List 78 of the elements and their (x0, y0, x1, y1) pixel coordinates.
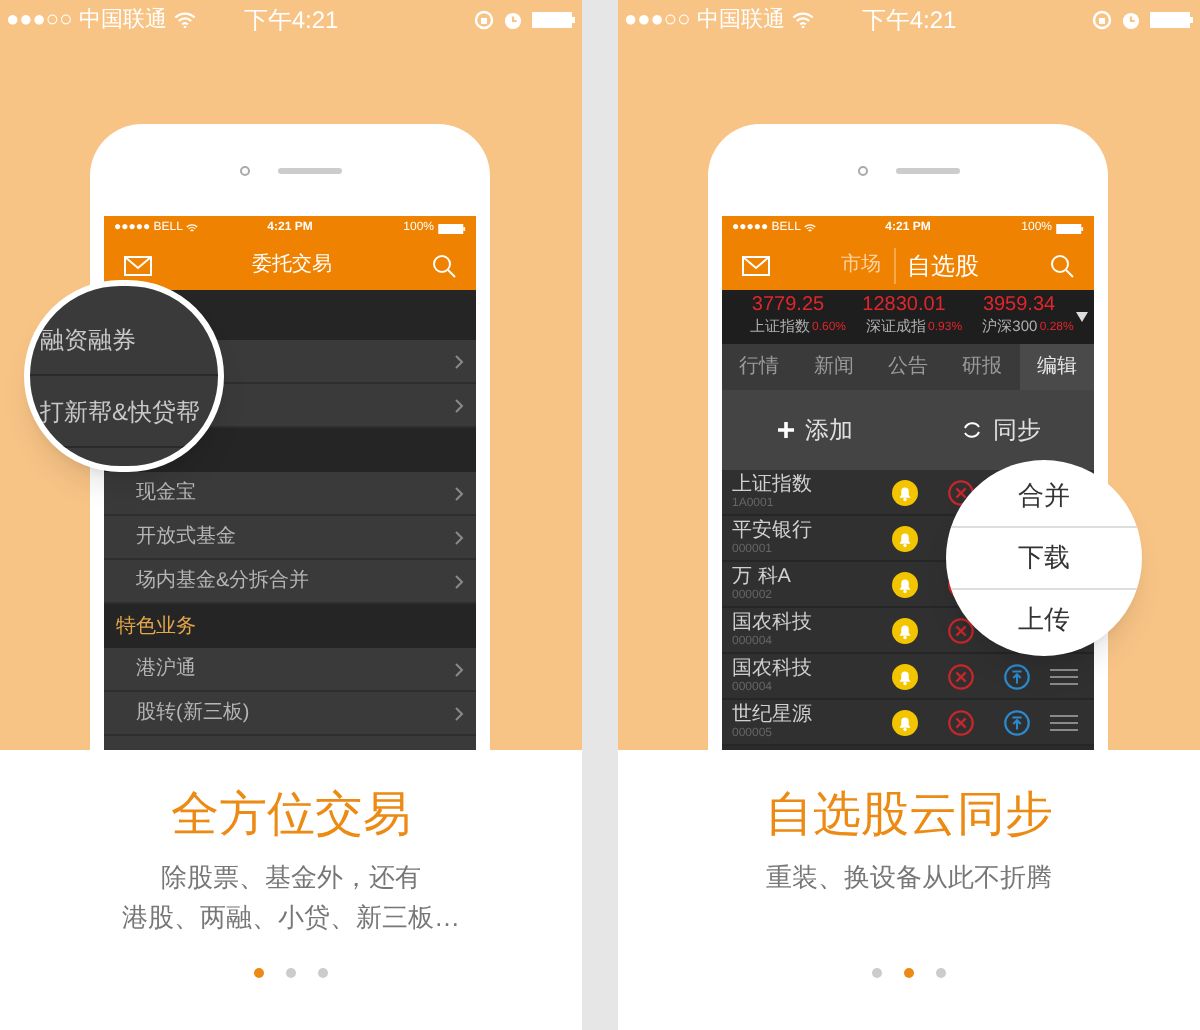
headline: 自选股云同步 (765, 786, 1053, 846)
remove-icon[interactable] (947, 479, 973, 505)
description-text: 重装、换设备从此不折腾 (766, 860, 1052, 896)
battery-icon (438, 223, 466, 233)
tab[interactable]: 新闻 (796, 344, 871, 390)
description-text: 除股票、基金外，还有 (161, 860, 421, 896)
phone-speaker (895, 167, 959, 173)
search-icon[interactable] (1050, 253, 1074, 277)
tab[interactable]: 公告 (870, 344, 946, 390)
section-title: 特色业务 (116, 613, 196, 641)
chevron-right-icon (454, 485, 464, 501)
phone-camera (239, 165, 249, 175)
stock-name: 平安银行 (732, 521, 814, 541)
bell-icon[interactable] (891, 571, 917, 597)
refresh-icon (961, 420, 981, 440)
rotation-lock-icon (1092, 10, 1113, 30)
alarm-icon (1122, 11, 1141, 29)
stock-name: 国农科技 (732, 613, 814, 633)
mail-icon[interactable] (742, 255, 770, 275)
phone-camera (857, 165, 867, 175)
index-value: 12830.01 (862, 296, 946, 316)
sync-button[interactable]: 同步 (908, 412, 1094, 448)
magnified-text: 打新帮&快贷帮 (30, 376, 218, 448)
search-icon[interactable] (432, 253, 456, 277)
wifi-icon (186, 223, 199, 233)
menu-item[interactable]: 场内基金&分拆合并 (104, 560, 476, 604)
stock-name: 国农科技 (732, 659, 814, 679)
time-text: 下午4:21 (243, 4, 339, 38)
bell-icon[interactable] (891, 479, 917, 505)
stock-name: 万 科A (732, 567, 793, 587)
screen-title: 委托交易 (250, 251, 334, 280)
carrier-text: ●●●○○ 中国联通 (6, 5, 167, 36)
bell-icon[interactable] (891, 617, 917, 643)
bell-icon[interactable] (891, 663, 917, 689)
tab[interactable]: 行情 (722, 344, 797, 390)
move-to-top-icon[interactable] (1003, 663, 1029, 689)
chevron-right-icon (454, 353, 464, 369)
menu-item[interactable]: 现金宝 (104, 472, 476, 516)
battery-icon (532, 12, 577, 28)
chevron-right-icon (454, 529, 464, 545)
chevron-right-icon (454, 705, 464, 721)
description-text: 港股、两融、小贷、新三板… (122, 900, 460, 936)
drag-handle-icon[interactable] (1050, 713, 1078, 731)
drag-handle-icon[interactable] (1050, 667, 1078, 685)
headline: 全方位交易 (171, 786, 411, 846)
time-text: 下午4:21 (861, 4, 957, 38)
move-to-top-icon[interactable] (1003, 709, 1029, 735)
tab[interactable]: 研报 (945, 344, 1020, 390)
plus-icon (777, 422, 793, 438)
menu-item[interactable]: 开放式基金 (104, 516, 476, 560)
chevron-right-icon (454, 397, 464, 413)
phone-speaker (277, 167, 341, 173)
index-value: 3779.25 (751, 296, 825, 316)
chevron-right-icon (454, 661, 464, 677)
battery-icon (1056, 223, 1084, 233)
wifi-icon (804, 223, 817, 233)
menu-option[interactable]: 合并 (946, 465, 1142, 527)
menu-item[interactable]: 股转(新三板) (104, 692, 476, 736)
chevron-right-icon (454, 573, 464, 589)
menu-option[interactable]: 下载 (946, 527, 1142, 589)
magnified-text: 融资融券 (30, 304, 218, 376)
bell-icon[interactable] (891, 525, 917, 551)
carrier-text: ●●●○○ 中国联通 (624, 5, 785, 36)
bell-icon[interactable] (891, 709, 917, 735)
index-value: 3959.34 (982, 296, 1056, 316)
battery-icon (1150, 12, 1195, 28)
stock-name: 上证指数 (732, 475, 814, 495)
menu-item[interactable]: 港沪通 (104, 648, 476, 692)
tab[interactable]: 编辑 (1019, 344, 1094, 390)
wifi-icon (174, 11, 197, 29)
rotation-lock-icon (474, 10, 495, 30)
wifi-icon (792, 11, 815, 29)
dropdown-triangle-icon[interactable] (1076, 312, 1088, 322)
alarm-icon (504, 11, 523, 29)
remove-icon[interactable] (947, 617, 973, 643)
add-button[interactable]: 添加 (722, 412, 908, 448)
stock-name: 世纪星源 (732, 705, 814, 725)
mail-icon[interactable] (124, 255, 152, 275)
